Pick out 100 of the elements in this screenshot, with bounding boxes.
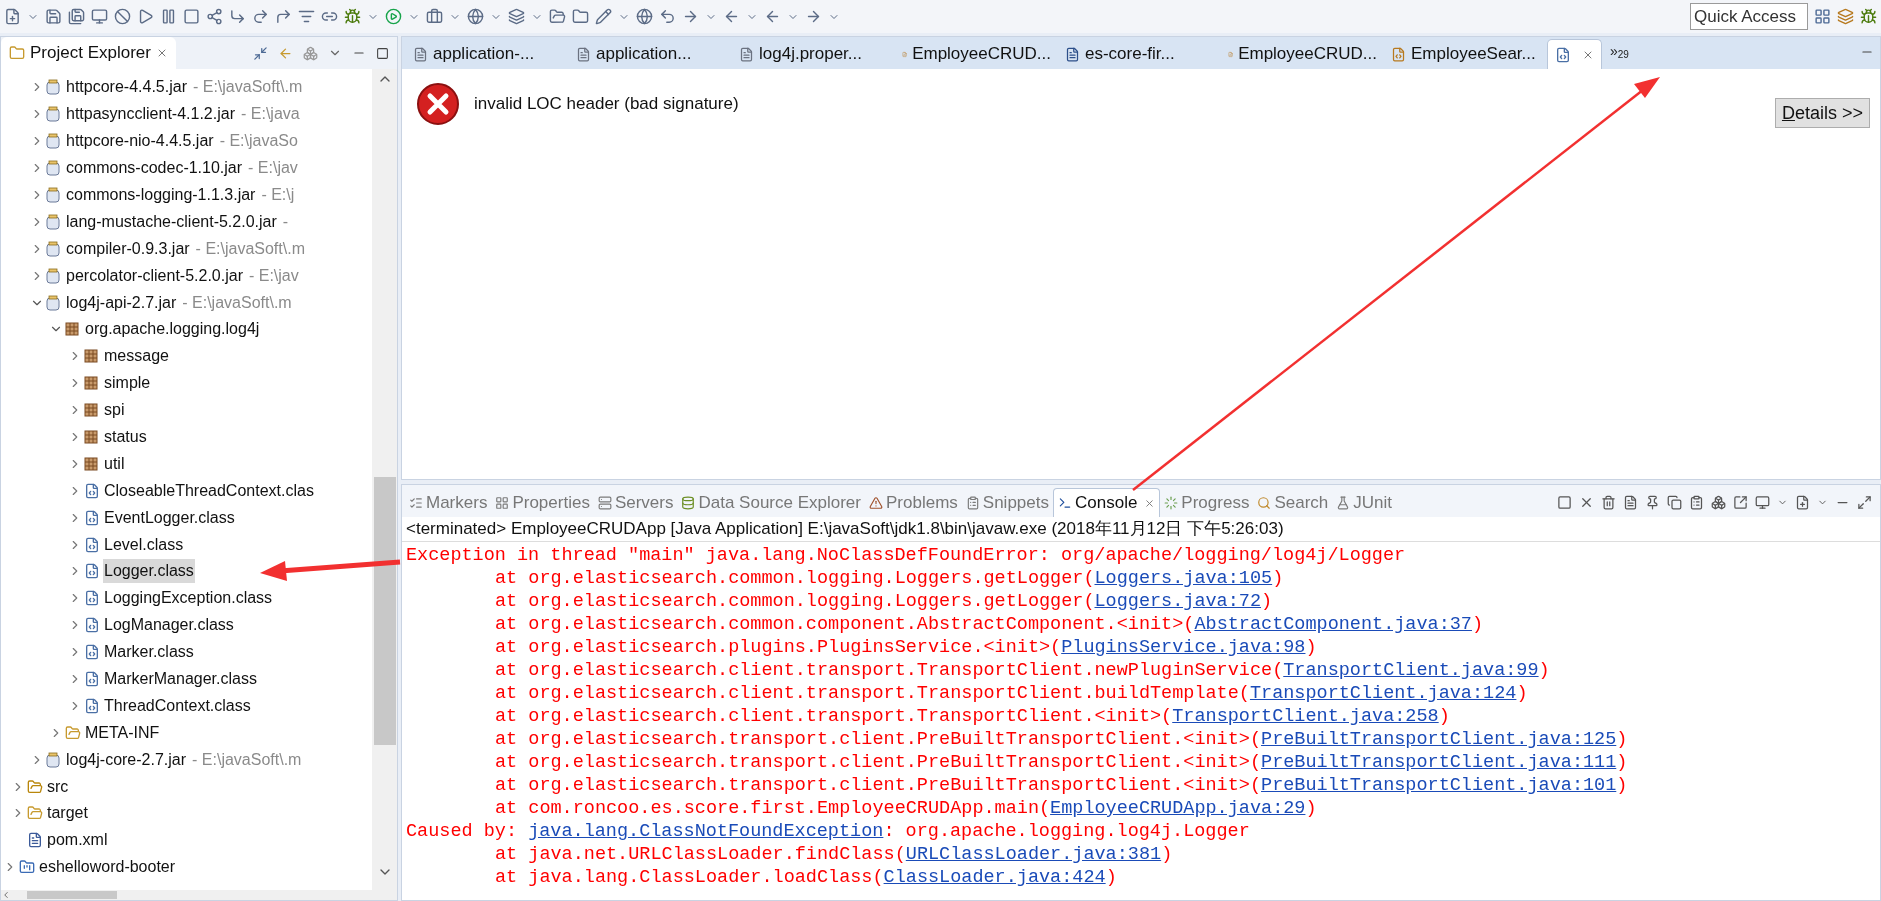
terminate-icon[interactable] [1557, 495, 1572, 510]
details-button[interactable]: Details >> [1774, 98, 1870, 128]
resume-icon[interactable] [137, 8, 154, 25]
editor-tab[interactable]: EmployeeCRUD... [1221, 39, 1384, 69]
tree-item[interactable]: LogManager.class [103, 613, 235, 638]
bug-icon[interactable] [344, 8, 361, 25]
tree-item[interactable]: simple [103, 371, 152, 396]
remove-all-icon[interactable] [1601, 495, 1616, 510]
editor-tab[interactable]: EmployeeCRUD... [895, 39, 1058, 69]
scrollbar-thumb[interactable] [373, 477, 396, 745]
editor-tab[interactable]: application... [569, 39, 732, 69]
open-folder-icon[interactable] [549, 8, 566, 25]
collapse-all-icon[interactable] [253, 45, 268, 61]
tree-item[interactable]: percolator-client-5.2.0.jar [65, 263, 244, 288]
tree-item[interactable]: log4j-api-2.7.jar [65, 290, 178, 315]
toolbox-icon[interactable] [426, 8, 443, 25]
source-link[interactable]: PreBuiltTransportClient.java:111 [1261, 752, 1617, 773]
view-tab[interactable]: Snippets [961, 488, 1053, 517]
tree-item[interactable]: util [103, 451, 126, 476]
tree-item[interactable]: MarkerManager.class [103, 667, 258, 692]
close-icon[interactable] [1144, 497, 1156, 509]
view-tab[interactable]: Search [1253, 488, 1333, 517]
globe-icon[interactable] [636, 8, 653, 25]
step-over-icon[interactable] [252, 8, 269, 25]
layers-icon[interactable] [508, 8, 525, 25]
editor-tab[interactable]: es-core-fir... [1058, 39, 1221, 69]
source-link[interactable]: TransportClient.java:124 [1249, 683, 1517, 704]
source-link[interactable]: TransportClient.java:258 [1172, 706, 1439, 727]
view-tab[interactable]: Properties [491, 488, 594, 517]
tree-item[interactable]: compiler-0.9.3.jar [65, 236, 191, 261]
scroll-left-icon[interactable] [1, 890, 11, 900]
stop-icon[interactable] [183, 8, 200, 25]
source-link[interactable]: Loggers.java:105 [1094, 568, 1273, 589]
source-link[interactable]: ClassLoader.java:424 [883, 867, 1106, 888]
new-console-icon[interactable] [1795, 495, 1810, 510]
editor-tab[interactable]: application-... [406, 39, 569, 69]
tree-item[interactable]: status [103, 425, 148, 449]
tree-item[interactable]: src [46, 774, 70, 799]
project-explorer-tab[interactable]: Project Explorer [1, 37, 176, 69]
forward-icon[interactable] [805, 8, 822, 25]
source-link[interactable]: PreBuiltTransportClient.java:101 [1261, 775, 1617, 796]
tree-item[interactable]: CloseableThreadContext.clas [103, 478, 315, 503]
source-link[interactable]: Loggers.java:72 [1094, 591, 1262, 612]
source-link[interactable]: AbstractComponent.java:37 [1194, 614, 1472, 635]
step-return-icon[interactable] [275, 8, 292, 25]
java-ee-perspective-icon[interactable] [1837, 8, 1854, 25]
editor-tab[interactable]: log4j.proper... [732, 39, 895, 69]
view-tab[interactable]: JUnit [1332, 488, 1396, 517]
view-tab[interactable]: Problems [865, 488, 962, 517]
tree-item[interactable]: message [103, 344, 170, 369]
folder-icon[interactable] [572, 8, 589, 25]
view-tab[interactable]: Console [1053, 488, 1161, 517]
tree-item[interactable]: org.apache.logging.log4j [84, 317, 261, 342]
tree-item[interactable]: log4j-core-2.7.jar [65, 747, 188, 772]
new-file-icon[interactable] [4, 8, 21, 25]
view-tab[interactable]: Progress [1160, 488, 1254, 517]
tree-item[interactable]: LoggingException.class [103, 586, 274, 611]
editor-tab[interactable]: EmployeeSear... [1384, 39, 1547, 69]
tree-item[interactable]: httpcore-nio-4.4.5.jar [65, 129, 215, 154]
tree-item[interactable]: target [46, 801, 89, 826]
tree-item[interactable]: Logger.class [103, 559, 195, 584]
tree-item[interactable]: EventLogger.class [103, 505, 236, 530]
tree-item[interactable]: Level.class [103, 532, 185, 557]
tree-item[interactable]: httpcore-4.4.5.jar [65, 75, 188, 100]
step-into-icon[interactable] [229, 8, 246, 25]
tree-item[interactable]: lang-mustache-client-5.2.0.jar [65, 209, 278, 234]
next-annotation-icon[interactable] [682, 8, 699, 25]
debug-perspective-icon[interactable] [1860, 8, 1877, 25]
tree-item[interactable]: httpasyncclient-4.1.2.jar [65, 102, 236, 127]
undo-icon[interactable] [659, 8, 676, 25]
run-icon[interactable] [385, 8, 402, 25]
editor-tab[interactable] [1547, 39, 1602, 69]
view-tab[interactable]: Markers [405, 488, 492, 517]
source-link[interactable]: URLClassLoader.java:381 [905, 844, 1162, 865]
tree-item[interactable]: ThreadContext.class [103, 693, 252, 718]
maximize-icon[interactable] [376, 46, 389, 60]
skip-icon[interactable] [114, 8, 131, 25]
tree-item[interactable]: commons-logging-1.1.3.jar [65, 183, 257, 207]
source-link[interactable]: java.lang.ClassNotFoundException [528, 821, 884, 842]
horizontal-scrollbar[interactable] [1, 890, 397, 900]
view-tab[interactable]: Data Source Explorer [677, 488, 865, 517]
tree-item[interactable]: META-INF [84, 720, 161, 745]
view-tab[interactable]: Servers [593, 488, 678, 517]
back-annotation-icon[interactable] [723, 8, 740, 25]
tree-item[interactable]: commons-codec-1.10.jar [65, 156, 244, 181]
tree-item[interactable]: pom.xml [46, 828, 109, 853]
pause-icon[interactable] [160, 8, 177, 25]
tree-item[interactable]: Marker.class [103, 640, 195, 665]
source-link[interactable]: EmployeeCRUDApp.java:29 [1050, 798, 1306, 819]
save-icon[interactable] [45, 8, 62, 25]
display-console-icon[interactable] [1755, 495, 1770, 510]
save-all-icon[interactable] [68, 8, 85, 25]
clear-console-icon[interactable] [1623, 495, 1638, 510]
tree-item[interactable]: eshelloword-booter [38, 855, 177, 880]
source-link[interactable]: PreBuiltTransportClient.java:125 [1261, 729, 1617, 750]
tree-item[interactable]: spi [103, 398, 126, 423]
monitor-icon[interactable] [91, 8, 108, 25]
vertical-scrollbar[interactable] [372, 69, 397, 890]
maximize-icon[interactable] [1857, 495, 1872, 510]
open-perspective-icon[interactable] [1814, 8, 1831, 25]
